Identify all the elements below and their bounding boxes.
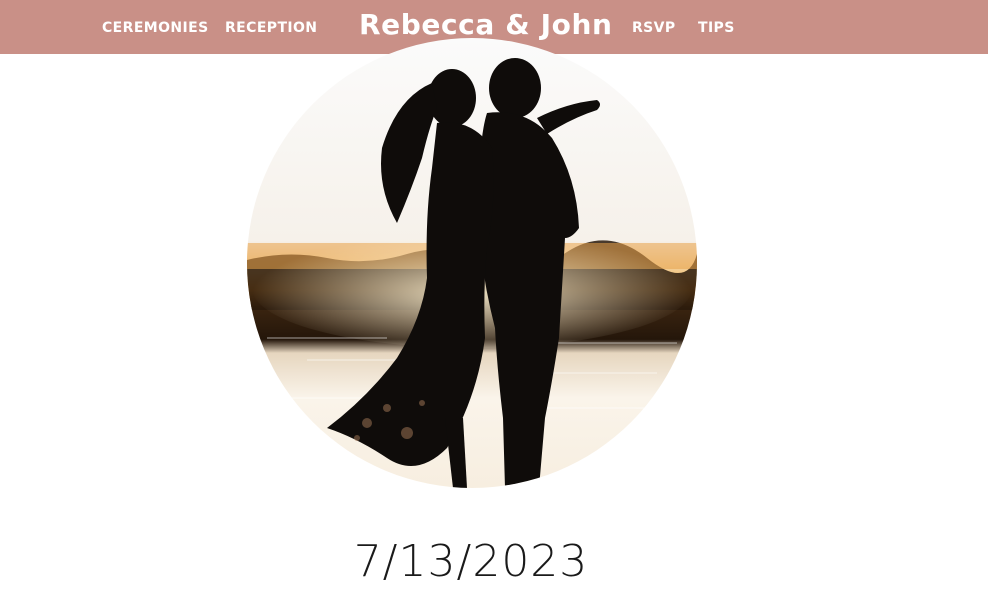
event-date: 7/13/2023 (353, 536, 589, 587)
nav-link-ceremonies[interactable]: CEREMONIES (102, 20, 209, 36)
nav-link-rsvp[interactable]: RSVP (632, 20, 676, 36)
couple-silhouette-photo-icon (247, 38, 697, 488)
nav-link-reception[interactable]: RECEPTION (225, 20, 317, 36)
nav-link-tips[interactable]: TIPS (698, 20, 735, 36)
site-brand-title[interactable]: Rebecca & John (359, 8, 613, 41)
hero-photo (247, 38, 697, 488)
